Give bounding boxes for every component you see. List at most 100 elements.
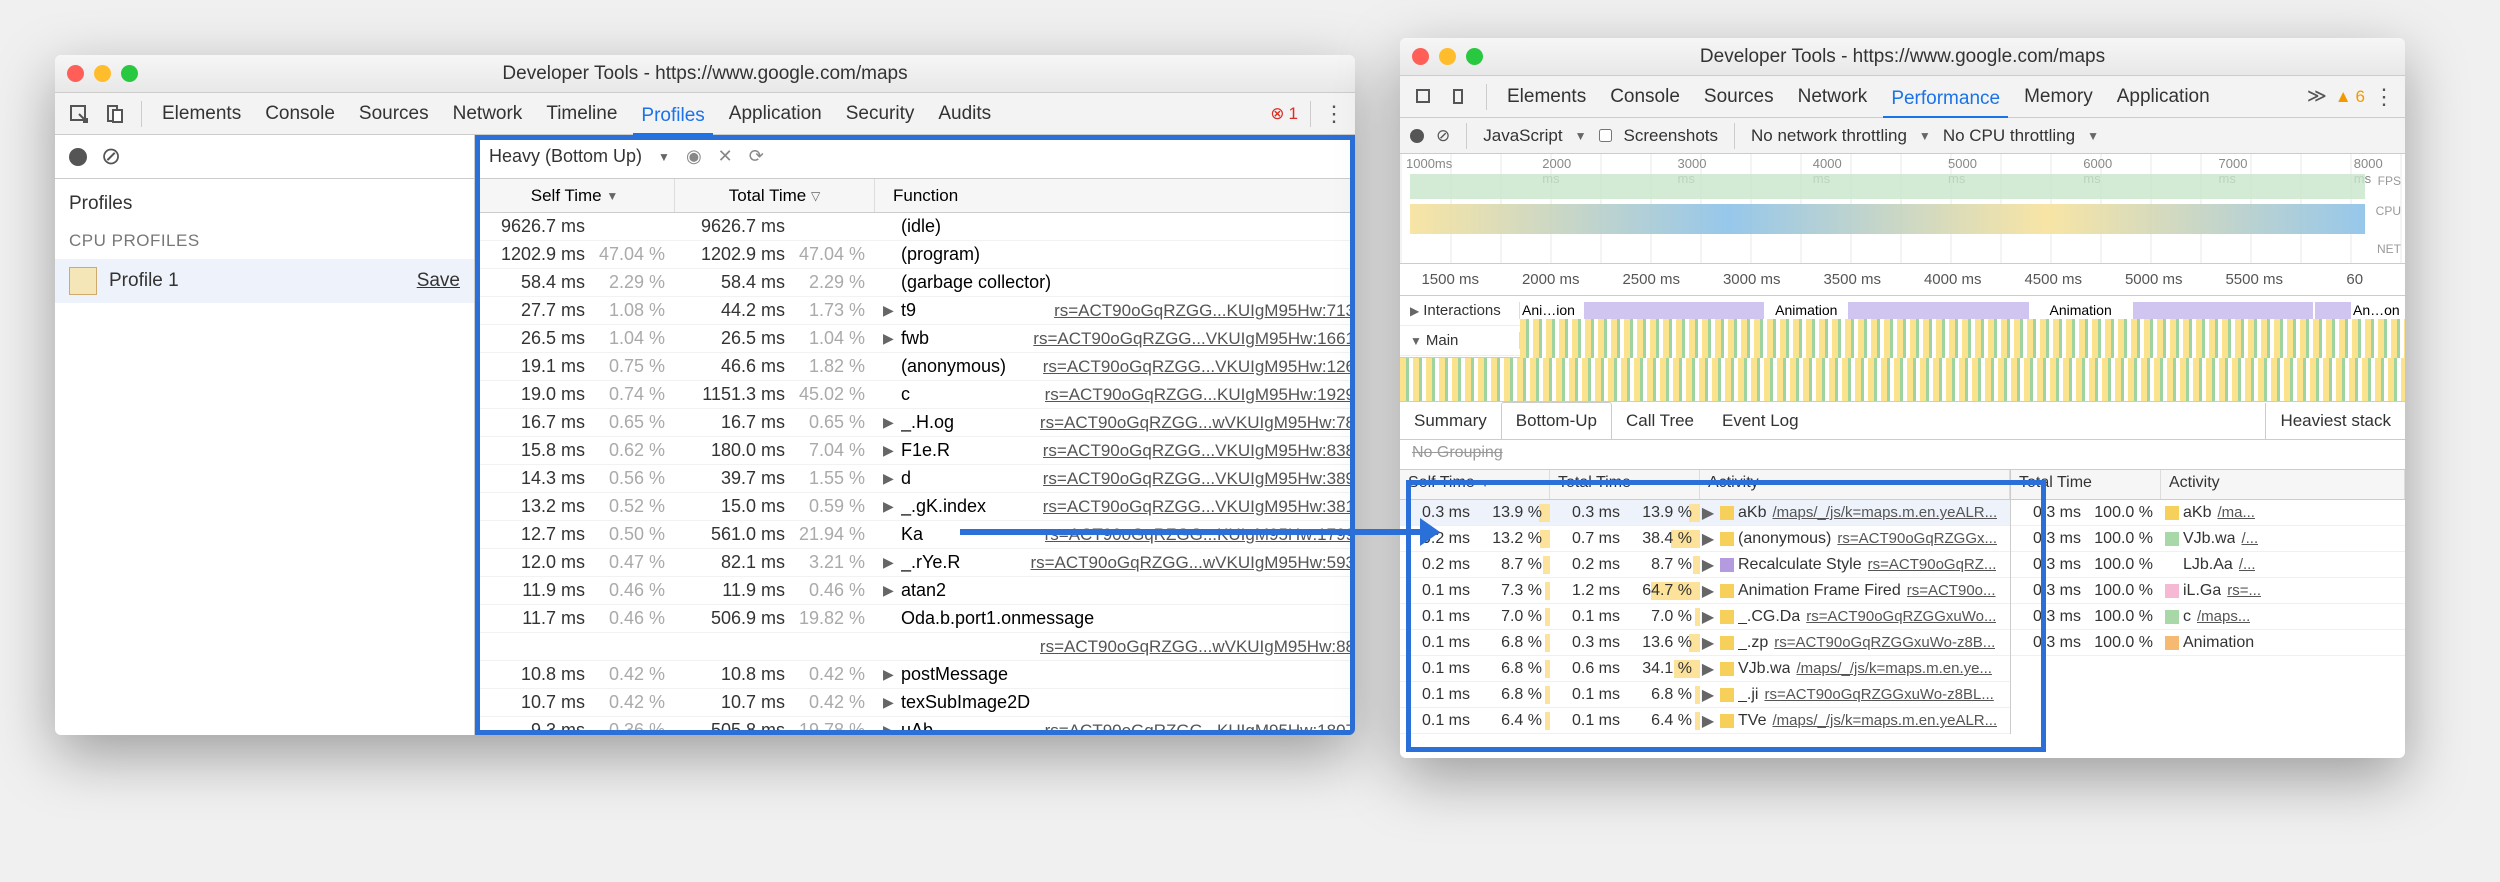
table-row[interactable]: 19.0 ms0.74 %1151.3 ms45.02 %crs=ACT90oG… — [475, 381, 1355, 409]
table-row[interactable]: 16.7 ms0.65 %16.7 ms0.65 %▶_.H.ogrs=ACT9… — [475, 409, 1355, 437]
traffic-lights[interactable] — [1412, 48, 1483, 65]
chevron-down-icon[interactable]: ▼ — [658, 150, 670, 164]
table-row[interactable]: 0.3 ms100.0 %LJb.Aa/... — [2011, 552, 2405, 578]
device-icon[interactable] — [1446, 83, 1474, 111]
table-row[interactable]: 0.2 ms13.2 %0.7 ms38.4 %▶(anonymous)rs=A… — [1400, 526, 2010, 552]
table-row[interactable]: 11.9 ms0.46 %11.9 ms0.46 %▶atan2 — [475, 577, 1355, 605]
tab-timeline[interactable]: Timeline — [538, 99, 625, 129]
inspect-icon[interactable] — [65, 100, 93, 128]
table-row[interactable]: 58.4 ms2.29 %58.4 ms2.29 %(garbage colle… — [475, 269, 1355, 297]
table-row[interactable]: 27.7 ms1.08 %44.2 ms1.73 %▶t9rs=ACT90oGq… — [475, 297, 1355, 325]
tab-summary[interactable]: Summary — [1400, 403, 1501, 439]
table-row[interactable]: 26.5 ms1.04 %26.5 ms1.04 %▶fwbrs=ACT90oG… — [475, 325, 1355, 353]
filter-dropdown[interactable]: JavaScript — [1483, 126, 1562, 146]
kebab-icon[interactable]: ⋮ — [2373, 84, 2395, 110]
tab-elements[interactable]: Elements — [154, 99, 249, 129]
table-row[interactable]: 0.1 ms7.3 %1.2 ms64.7 %▶Animation Frame … — [1400, 578, 2010, 604]
cpu-throttling[interactable]: No CPU throttling — [1943, 126, 2075, 146]
warning-badge[interactable]: ▲ 6 — [2335, 87, 2365, 107]
clear-icon[interactable]: ⊘ — [101, 142, 121, 171]
table-row[interactable]: 13.2 ms0.52 %15.0 ms0.59 %▶_.gK.indexrs=… — [475, 493, 1355, 521]
tab-application[interactable]: Application — [2109, 82, 2218, 112]
table-row[interactable]: 0.1 ms6.8 %0.6 ms34.1 %▶VJb.wa/maps/_/js… — [1400, 656, 2010, 682]
tab-bottom-up[interactable]: Bottom-Up — [1501, 402, 1612, 439]
inspect-icon[interactable] — [1410, 83, 1438, 111]
tab-sources[interactable]: Sources — [1696, 82, 1782, 112]
table-row[interactable]: 9.3 ms0.36 %505.8 ms19.78 %▶uAbrs=ACT90o… — [475, 717, 1355, 735]
traffic-lights[interactable] — [67, 65, 138, 82]
table-row[interactable]: 12.7 ms0.50 %561.0 ms21.94 %Kars=ACT90oG… — [475, 521, 1355, 549]
table-row[interactable]: 12.0 ms0.47 %82.1 ms3.21 %▶_.rYe.Rrs=ACT… — [475, 549, 1355, 577]
tab-elements[interactable]: Elements — [1499, 82, 1594, 112]
focus-icon[interactable]: ◉ — [686, 146, 702, 167]
tab-memory[interactable]: Memory — [2016, 82, 2101, 112]
track-main[interactable]: ▼Main — [1400, 332, 1520, 349]
tab-console[interactable]: Console — [257, 99, 343, 129]
tab-profiles[interactable]: Profiles — [633, 101, 712, 136]
table-row[interactable]: rs=ACT90oGqRZGG...wVKUIgM95Hw:88 — [475, 633, 1355, 661]
table-row[interactable]: 15.8 ms0.62 %180.0 ms7.04 %▶F1e.Rrs=ACT9… — [475, 437, 1355, 465]
table-row[interactable]: 0.1 ms6.4 %0.1 ms6.4 %▶TVe/maps/_/js/k=m… — [1400, 708, 2010, 734]
table-row[interactable]: 0.3 ms100.0 %c/maps... — [2011, 604, 2405, 630]
screenshots-checkbox[interactable] — [1599, 129, 1612, 142]
col-self-time[interactable]: Self Time ▼ — [1400, 470, 1550, 499]
reload-icon[interactable]: ⟳ — [749, 146, 764, 167]
tab-call-tree[interactable]: Call Tree — [1612, 403, 1708, 439]
tab-security[interactable]: Security — [838, 99, 923, 129]
table-row[interactable]: 0.2 ms8.7 %0.2 ms8.7 %▶Recalculate Style… — [1400, 552, 2010, 578]
col-total-time[interactable]: Total Time ▽ — [675, 179, 875, 212]
close-icon[interactable] — [1412, 48, 1429, 65]
table-row[interactable]: 0.3 ms100.0 %VJb.wa/... — [2011, 526, 2405, 552]
table-row[interactable]: 0.1 ms6.8 %0.3 ms13.6 %▶_.zprs=ACT90oGqR… — [1400, 630, 2010, 656]
table-row[interactable]: 0.1 ms7.0 %0.1 ms7.0 %▶_.CG.Dars=ACT90oG… — [1400, 604, 2010, 630]
close-icon[interactable]: ✕ — [718, 146, 733, 167]
tab-audits[interactable]: Audits — [930, 99, 999, 129]
tab-application[interactable]: Application — [721, 99, 830, 129]
flame-chart[interactable] — [1400, 358, 2405, 402]
table-row[interactable]: 0.1 ms6.8 %0.1 ms6.8 %▶_.jirs=ACT90oGqRZ… — [1400, 682, 2010, 708]
close-icon[interactable] — [67, 65, 84, 82]
col-activity[interactable]: Activity — [2161, 470, 2405, 499]
device-icon[interactable] — [101, 100, 129, 128]
record-icon[interactable] — [69, 148, 87, 166]
table-row[interactable]: 10.7 ms0.42 %10.7 ms0.42 %▶texSubImage2D — [475, 689, 1355, 717]
col-self-time[interactable]: Self Time ▼ — [475, 179, 675, 212]
heaviest-stack-label[interactable]: Heaviest stack — [2265, 403, 2405, 439]
tab-network[interactable]: Network — [1790, 82, 1876, 112]
table-row[interactable]: 9626.7 ms9626.7 ms(idle) — [475, 213, 1355, 241]
table-row[interactable]: 11.7 ms0.46 %506.9 ms19.82 %Oda.b.port1.… — [475, 605, 1355, 633]
record-icon[interactable] — [1410, 129, 1424, 143]
save-link[interactable]: Save — [417, 270, 460, 292]
col-function[interactable]: Function — [875, 179, 1355, 212]
titlebar[interactable]: Developer Tools - https://www.google.com… — [1400, 38, 2405, 76]
tab-console[interactable]: Console — [1602, 82, 1688, 112]
error-badge[interactable]: ⊗ 1 — [1270, 104, 1298, 124]
table-row[interactable]: 19.1 ms0.75 %46.6 ms1.82 %(anonymous)rs=… — [475, 353, 1355, 381]
clear-icon[interactable]: ⊘ — [1436, 126, 1450, 146]
col-activity[interactable]: Activity — [1700, 470, 2010, 499]
col-total-time[interactable]: Total Time — [2011, 470, 2161, 499]
zoom-icon[interactable] — [121, 65, 138, 82]
tab-performance[interactable]: Performance — [1883, 84, 2008, 119]
more-tabs-icon[interactable]: ≫ — [2307, 85, 2327, 108]
tab-network[interactable]: Network — [445, 99, 531, 129]
overview-strip[interactable]: 1000ms2000 ms3000 ms4000 ms5000 ms6000 m… — [1400, 154, 2405, 264]
table-row[interactable]: 10.8 ms0.42 %10.8 ms0.42 %▶postMessage — [475, 661, 1355, 689]
kebab-icon[interactable]: ⋮ — [1323, 101, 1345, 127]
network-throttling[interactable]: No network throttling — [1751, 126, 1907, 146]
profile-item[interactable]: Profile 1 Save — [55, 259, 474, 303]
col-total-time[interactable]: Total Time — [1550, 470, 1700, 499]
track-interactions[interactable]: ▶Interactions — [1400, 302, 1520, 319]
minimize-icon[interactable] — [94, 65, 111, 82]
table-row[interactable]: 0.3 ms100.0 %aKb/ma... — [2011, 500, 2405, 526]
titlebar[interactable]: Developer Tools - https://www.google.com… — [55, 55, 1355, 93]
table-row[interactable]: 0.3 ms100.0 %iL.Gars=... — [2011, 578, 2405, 604]
tab-event-log[interactable]: Event Log — [1708, 403, 1813, 439]
table-row[interactable]: 14.3 ms0.56 %39.7 ms1.55 %▶drs=ACT90oGqR… — [475, 465, 1355, 493]
table-row[interactable]: 1202.9 ms47.04 %1202.9 ms47.04 %(program… — [475, 241, 1355, 269]
table-row[interactable]: 0.3 ms13.9 %0.3 ms13.9 %▶aKb/maps/_/js/k… — [1400, 500, 2010, 526]
minimize-icon[interactable] — [1439, 48, 1456, 65]
table-row[interactable]: 0.3 ms100.0 %Animation — [2011, 630, 2405, 656]
time-ruler[interactable]: 1500 ms2000 ms2500 ms3000 ms3500 ms4000 … — [1400, 264, 2405, 296]
tab-sources[interactable]: Sources — [351, 99, 437, 129]
